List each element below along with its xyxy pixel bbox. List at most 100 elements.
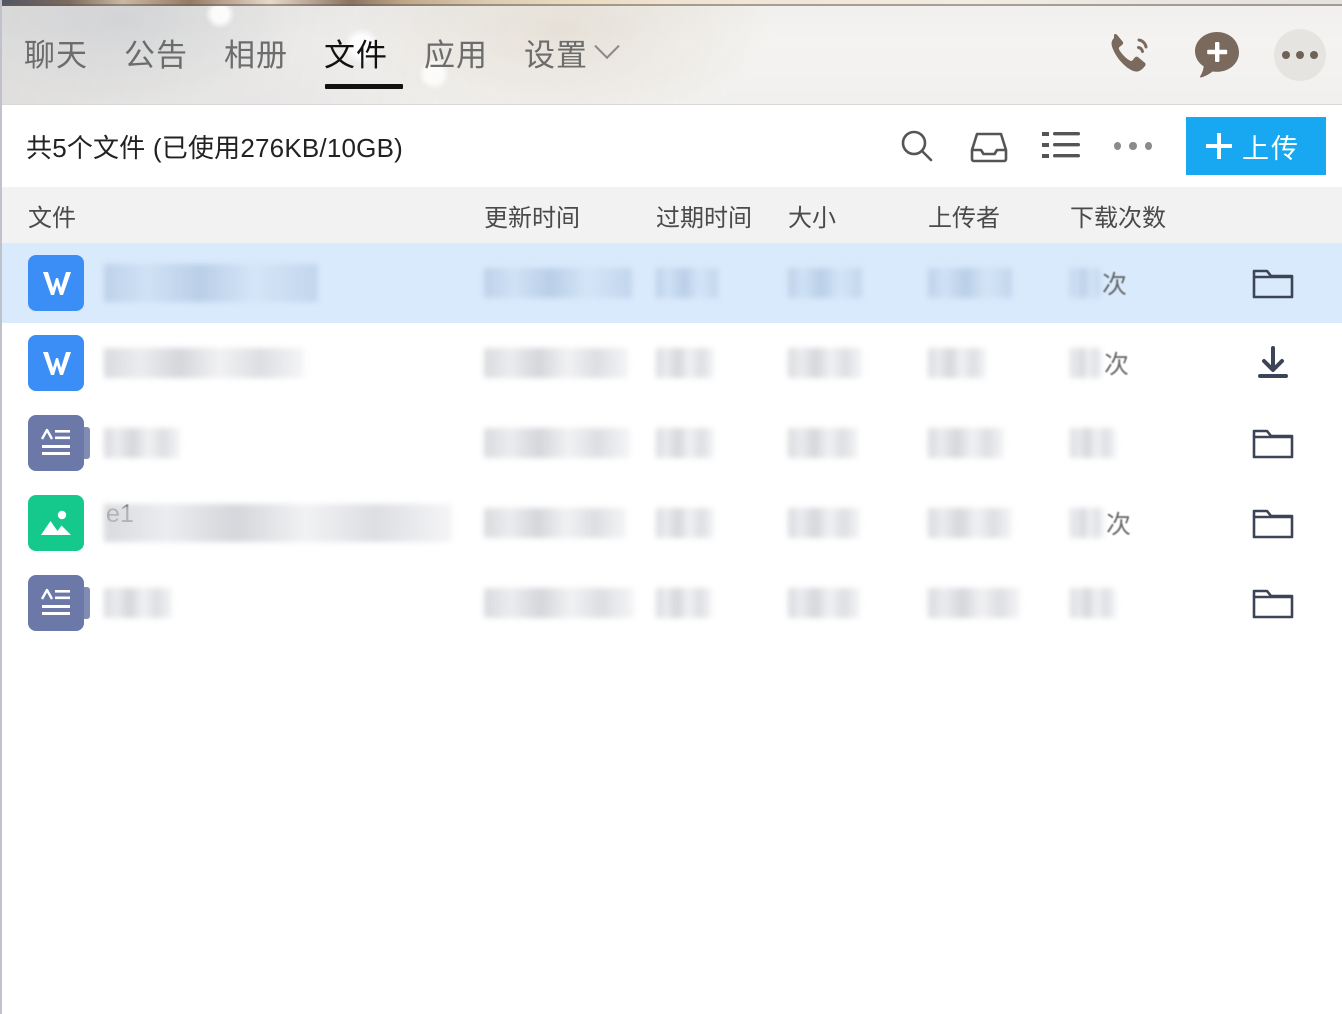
search-icon[interactable] — [894, 123, 940, 169]
column-header-file[interactable]: 文件 — [2, 198, 484, 233]
size-cell — [788, 348, 928, 378]
more-dot — [1296, 51, 1304, 59]
expire-time-cell — [656, 428, 788, 458]
size-redacted — [788, 588, 860, 618]
tab-files-label: 文件 — [324, 37, 388, 73]
tab-apps-label: 应用 — [424, 37, 488, 73]
download-count-unit: 次 — [1102, 271, 1128, 299]
expire-time-cell — [656, 348, 788, 378]
column-header-updated[interactable]: 更新时间 — [484, 198, 656, 233]
tab-album[interactable]: 相册 — [224, 8, 288, 96]
folder-icon[interactable] — [1246, 256, 1300, 310]
table-row[interactable]: 次 — [2, 243, 1342, 323]
uploader-redacted — [928, 268, 1012, 298]
download-count-cell — [1070, 428, 1218, 458]
size-redacted — [788, 268, 862, 298]
table-header-row: 文件 更新时间 过期时间 大小 上传者 下载次数 — [2, 187, 1342, 243]
row-action-cell — [1218, 336, 1328, 390]
updated-time-cell — [484, 588, 656, 618]
row-action-cell — [1218, 576, 1328, 630]
download-count-redacted — [1070, 508, 1104, 538]
uploader-cell — [928, 268, 1070, 298]
file-name-cell[interactable]: e1 — [2, 495, 484, 551]
more-dot — [1114, 142, 1122, 150]
uploader-cell — [928, 428, 1070, 458]
more-options-icon[interactable] — [1274, 29, 1326, 81]
download-count-redacted — [1070, 428, 1116, 458]
updated-time-cell — [484, 508, 656, 538]
list-view-icon[interactable] — [1038, 123, 1084, 169]
tab-chat-label: 聊天 — [24, 37, 88, 73]
table-row[interactable] — [2, 403, 1342, 483]
file-name-redacted — [104, 428, 180, 458]
folder-icon[interactable] — [1246, 496, 1300, 550]
updated-time-redacted — [484, 348, 628, 378]
size-cell — [788, 508, 928, 538]
expire-time-redacted — [656, 268, 718, 298]
size-cell — [788, 268, 928, 298]
size-cell — [788, 428, 928, 458]
more-dot — [1310, 51, 1318, 59]
download-count-cell: 次 — [1070, 505, 1218, 541]
group-header: 聊天 公告 相册 文件 应用 设置 — [2, 0, 1342, 105]
file-name-cell[interactable] — [2, 575, 484, 631]
uploader-redacted — [928, 428, 1004, 458]
document-icon — [28, 575, 90, 631]
tab-album-label: 相册 — [224, 37, 288, 73]
header-actions — [1098, 24, 1326, 86]
column-header-count[interactable]: 下载次数 — [1070, 198, 1218, 233]
expire-time-redacted — [656, 428, 714, 458]
download-count-cell: 次 — [1070, 345, 1218, 381]
expire-time-cell — [656, 268, 788, 298]
expire-time-redacted — [656, 508, 714, 538]
column-header-expire[interactable]: 过期时间 — [656, 198, 788, 233]
uploader-redacted — [928, 508, 1012, 538]
tab-files[interactable]: 文件 — [324, 8, 403, 96]
inbox-tray-icon[interactable] — [966, 123, 1012, 169]
table-row[interactable]: 次 — [2, 323, 1342, 403]
download-icon[interactable] — [1246, 336, 1300, 390]
toolbar-more-icon[interactable] — [1110, 123, 1156, 169]
updated-time-redacted — [484, 508, 626, 538]
file-name-redacted — [104, 264, 318, 302]
phone-call-icon[interactable] — [1098, 24, 1160, 86]
download-count-cell: 次 — [1070, 265, 1218, 301]
header-photo-strip — [2, 0, 1342, 6]
chevron-down-icon — [594, 33, 620, 60]
more-dot — [1144, 142, 1152, 150]
file-name-redacted — [104, 504, 452, 542]
file-name-cell[interactable] — [2, 415, 484, 471]
folder-icon[interactable] — [1246, 576, 1300, 630]
tab-announcement[interactable]: 公告 — [124, 8, 188, 96]
expire-time-redacted — [656, 348, 714, 378]
file-count-summary: 共5个文件 (已使用276KB/10GB) — [26, 132, 403, 163]
size-cell — [788, 588, 928, 618]
folder-icon[interactable] — [1246, 416, 1300, 470]
updated-time-redacted — [484, 268, 632, 298]
file-name-cell[interactable] — [2, 255, 484, 311]
file-name-redacted — [104, 348, 304, 378]
upload-button[interactable]: 上传 — [1186, 117, 1326, 175]
more-dot — [1129, 142, 1137, 150]
table-row[interactable]: e1 次 — [2, 483, 1342, 563]
table-row[interactable] — [2, 563, 1342, 643]
updated-time-redacted — [484, 428, 630, 458]
updated-time-cell — [484, 268, 656, 298]
column-header-size[interactable]: 大小 — [788, 198, 928, 233]
download-count-cell — [1070, 588, 1218, 618]
toolbar-actions: 上传 — [894, 117, 1326, 175]
expire-time-cell — [656, 588, 788, 618]
main-tabs: 聊天 公告 相册 文件 应用 设置 — [2, 8, 652, 96]
uploader-cell — [928, 588, 1070, 618]
new-chat-icon[interactable] — [1186, 24, 1248, 86]
wps-word-icon — [28, 255, 84, 311]
expire-time-cell — [656, 508, 788, 538]
tab-chat[interactable]: 聊天 — [24, 8, 88, 96]
tab-apps[interactable]: 应用 — [424, 8, 488, 96]
plus-icon — [1206, 133, 1232, 159]
column-header-uploader[interactable]: 上传者 — [928, 198, 1070, 233]
updated-time-cell — [484, 428, 656, 458]
tab-settings[interactable]: 设置 — [524, 8, 620, 96]
download-count-redacted — [1070, 268, 1100, 298]
file-name-cell[interactable] — [2, 335, 484, 391]
